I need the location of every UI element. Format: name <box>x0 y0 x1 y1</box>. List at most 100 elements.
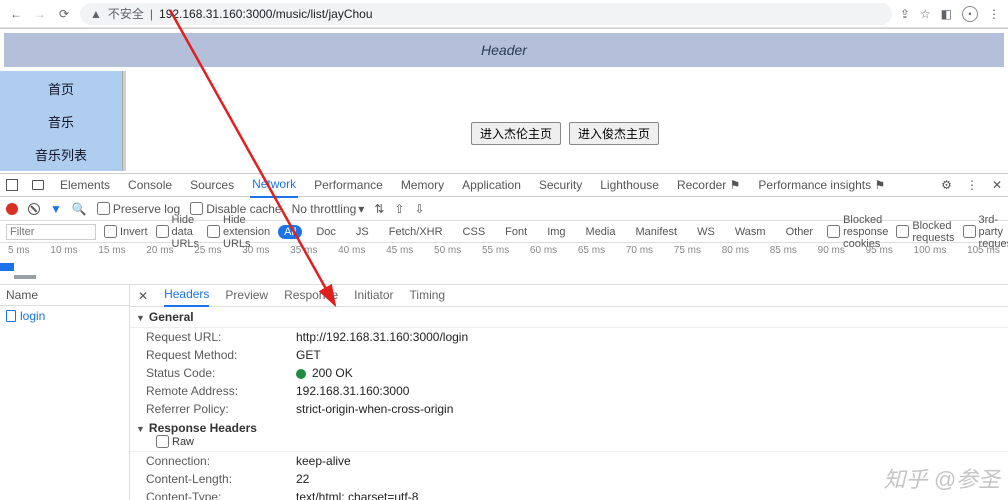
tab-console[interactable]: Console <box>126 174 174 197</box>
tab-recorder[interactable]: Recorder ⚑ <box>675 174 742 197</box>
pill-all[interactable]: All <box>278 225 302 239</box>
request-row-login[interactable]: login <box>0 306 129 326</box>
status-dot-icon <box>296 369 306 379</box>
tab-perf-insights[interactable]: Performance insights ⚑ <box>756 174 887 197</box>
pill-font[interactable]: Font <box>499 225 533 239</box>
devtools-close-icon[interactable]: ✕ <box>992 178 1002 192</box>
section-response-headers[interactable]: ▼Response Headers Raw <box>130 418 1008 452</box>
pill-ws[interactable]: WS <box>691 225 721 239</box>
chevron-down-icon: ▾ <box>358 202 364 216</box>
settings-icon[interactable]: ⚙ <box>941 178 952 192</box>
invert-checkbox[interactable]: Invert <box>104 225 148 238</box>
upload-har-icon[interactable]: ⇧ <box>394 202 404 216</box>
request-name: login <box>20 309 45 323</box>
menu-icon[interactable]: ⋮ <box>988 7 1000 21</box>
detail-tabs: ✕ Headers Preview Response Initiator Tim… <box>130 285 1008 307</box>
filter-input[interactable] <box>6 224 96 240</box>
raw-toggle[interactable]: Raw <box>156 435 1002 448</box>
search-icon[interactable]: 🔍 <box>72 202 87 216</box>
k-method: Request Method: <box>146 348 296 362</box>
inspect-icon[interactable] <box>6 179 18 191</box>
pill-manifest[interactable]: Manifest <box>630 225 684 239</box>
record-toggle[interactable] <box>6 203 18 215</box>
blocked-req-label: Blocked requests <box>912 220 954 244</box>
timeline-ticks: 5 ms 10 ms 15 ms 20 ms 25 ms 30 ms 35 ms… <box>0 243 1008 256</box>
tab-sources[interactable]: Sources <box>188 174 236 197</box>
tick: 75 ms <box>674 245 701 256</box>
devtools-tabbar: Elements Console Sources Network Perform… <box>0 173 1008 197</box>
devtools-menu-icon[interactable]: ⋮ <box>966 178 978 192</box>
sidebar-item-music[interactable]: 音乐 <box>48 112 74 131</box>
device-toggle-icon[interactable] <box>32 180 44 190</box>
section-title: General <box>149 310 194 324</box>
forward-button[interactable]: → <box>32 7 48 21</box>
tick: 105 ms <box>967 245 1000 256</box>
detail-tab-timing[interactable]: Timing <box>410 285 446 306</box>
tab-lighthouse[interactable]: Lighthouse <box>598 174 661 197</box>
invert-label: Invert <box>120 226 148 238</box>
section-general[interactable]: ▼General <box>130 307 1008 328</box>
pill-wasm[interactable]: Wasm <box>729 225 772 239</box>
tab-elements[interactable]: Elements <box>58 174 112 197</box>
request-detail: ✕ Headers Preview Response Initiator Tim… <box>130 285 1008 500</box>
tab-application[interactable]: Application <box>460 174 523 197</box>
page-main: 进入杰伦主页 进入俊杰主页 <box>122 71 1008 171</box>
k-remote: Remote Address: <box>146 384 296 398</box>
security-label: 不安全 <box>108 5 144 22</box>
tick: 60 ms <box>530 245 557 256</box>
profile-avatar[interactable]: • <box>962 6 978 22</box>
sidebar-item-home[interactable]: 首页 <box>48 79 74 98</box>
pill-js[interactable]: JS <box>350 225 375 239</box>
back-button[interactable]: ← <box>8 7 24 21</box>
timeline-chart <box>0 259 1008 284</box>
filter-toggle-icon[interactable]: ▼ <box>50 202 62 216</box>
throttle-select[interactable]: No throttling ▾ <box>292 202 365 216</box>
tick: 30 ms <box>242 245 269 256</box>
bookmark-icon[interactable]: ☆ <box>920 7 931 21</box>
reload-button[interactable]: ⟳ <box>56 7 72 21</box>
sidebar-item-music-list[interactable]: 音乐列表 <box>35 145 87 164</box>
detail-tab-initiator[interactable]: Initiator <box>354 285 393 306</box>
pill-img[interactable]: Img <box>541 225 571 239</box>
enter-jj-button[interactable]: 进入俊杰主页 <box>569 122 659 145</box>
download-har-icon[interactable]: ⇩ <box>414 202 424 216</box>
blocked-requests-checkbox[interactable]: Blocked requests <box>896 220 954 244</box>
tab-security[interactable]: Security <box>537 174 584 197</box>
share-icon[interactable]: ⇪ <box>900 7 910 21</box>
browser-actions: ⇪ ☆ ◧ • ⋮ <box>900 6 1000 22</box>
sidebar-scrollbar[interactable] <box>122 71 126 171</box>
v-connection: keep-alive <box>296 454 351 468</box>
k-content-length: Content-Length: <box>146 472 296 486</box>
caret-icon: ▼ <box>136 424 145 434</box>
tab-performance[interactable]: Performance <box>312 174 385 197</box>
clear-button[interactable] <box>28 203 40 215</box>
tick: 85 ms <box>770 245 797 256</box>
pill-fetch-xhr[interactable]: Fetch/XHR <box>383 225 449 239</box>
k-referrer: Referrer Policy: <box>146 402 296 416</box>
detail-tab-headers[interactable]: Headers <box>164 285 209 307</box>
tab-network[interactable]: Network <box>250 173 298 198</box>
timeline-bar <box>0 263 14 271</box>
status-text: 200 OK <box>312 366 353 380</box>
pill-doc[interactable]: Doc <box>310 225 342 239</box>
close-detail-icon[interactable]: ✕ <box>138 289 148 303</box>
extensions-icon[interactable]: ◧ <box>941 7 952 21</box>
browser-toolbar: ← → ⟳ ▲ 不安全 | 192.168.31.160:3000/music/… <box>0 0 1008 28</box>
tick: 5 ms <box>8 245 30 256</box>
pill-media[interactable]: Media <box>580 225 622 239</box>
detail-tab-preview[interactable]: Preview <box>225 285 268 306</box>
v-method: GET <box>296 348 321 362</box>
pill-other[interactable]: Other <box>780 225 820 239</box>
v-status: 200 OK <box>296 366 353 380</box>
request-list-header: Name <box>0 285 129 306</box>
enter-jaychou-button[interactable]: 进入杰伦主页 <box>471 122 561 145</box>
address-bar[interactable]: ▲ 不安全 | 192.168.31.160:3000/music/list/j… <box>80 3 892 25</box>
v-content-type: text/html; charset=utf-8 <box>296 490 418 500</box>
tab-memory[interactable]: Memory <box>399 174 446 197</box>
network-conditions-icon[interactable]: ⇅ <box>374 202 384 216</box>
tick: 45 ms <box>386 245 413 256</box>
pill-css[interactable]: CSS <box>457 225 492 239</box>
tick: 100 ms <box>914 245 947 256</box>
network-timeline[interactable]: 5 ms 10 ms 15 ms 20 ms 25 ms 30 ms 35 ms… <box>0 243 1008 285</box>
detail-tab-response[interactable]: Response <box>284 285 338 306</box>
